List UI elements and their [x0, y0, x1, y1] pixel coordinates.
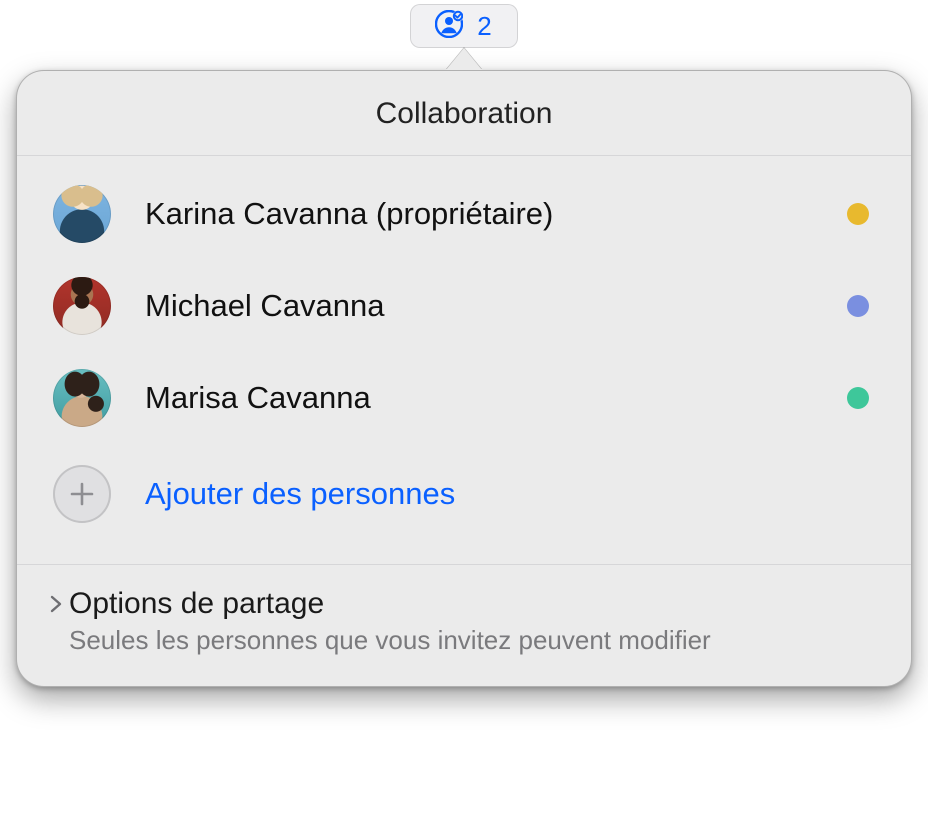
- share-options-subtitle: Seules les personnes que vous invitez pe…: [69, 625, 875, 656]
- avatar: [53, 369, 111, 427]
- participant-row[interactable]: Karina Cavanna (propriétaire): [53, 168, 875, 260]
- participant-row[interactable]: Michael Cavanna: [53, 260, 875, 352]
- participant-name: Marisa Cavanna: [145, 380, 831, 416]
- collaboration-popover: Collaboration Karina Cavanna (propriétai…: [16, 48, 912, 687]
- presence-dot: [847, 203, 869, 225]
- participant-count: 2: [477, 11, 492, 42]
- add-people-label: Ajouter des personnes: [145, 476, 455, 512]
- add-people-button[interactable]: Ajouter des personnes: [53, 444, 875, 544]
- share-options-section[interactable]: Options de partage Seules les personnes …: [17, 564, 911, 686]
- participant-name: Michael Cavanna: [145, 288, 831, 324]
- avatar: [53, 277, 111, 335]
- plus-icon: [53, 465, 111, 523]
- chevron-right-icon: [47, 595, 65, 613]
- person-badge-icon: [435, 10, 463, 43]
- popover-title: Collaboration: [17, 71, 911, 156]
- share-options-title: Options de partage: [69, 587, 324, 621]
- collaboration-button[interactable]: 2: [410, 4, 518, 48]
- avatar: [53, 185, 111, 243]
- presence-dot: [847, 387, 869, 409]
- participant-name: Karina Cavanna (propriétaire): [145, 196, 831, 232]
- popover-arrow: [446, 48, 482, 70]
- participant-list: Karina Cavanna (propriétaire) Michael Ca…: [17, 156, 911, 548]
- participant-row[interactable]: Marisa Cavanna: [53, 352, 875, 444]
- presence-dot: [847, 295, 869, 317]
